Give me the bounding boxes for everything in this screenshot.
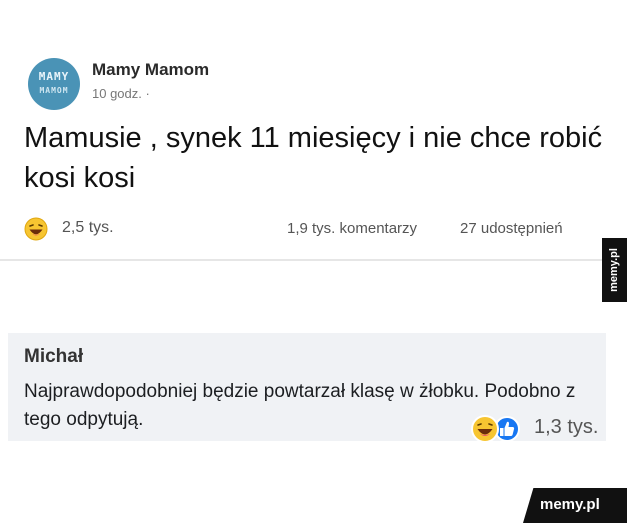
comment-reaction-count[interactable]: 1,3 tys. [534, 416, 598, 439]
post-shares-count[interactable]: 27 udostępnień [460, 220, 563, 237]
comment-reactions[interactable] [467, 414, 525, 444]
post-comments-count[interactable]: 1,9 tys. komentarzy [287, 220, 417, 237]
watermark-footer-text: memy.pl [540, 496, 600, 513]
page-name[interactable]: Mamy Mamom [92, 60, 209, 80]
comment-author[interactable]: Michał [24, 346, 83, 368]
post-divider [0, 259, 606, 261]
watermark-side-text: memy.pl [608, 248, 620, 292]
avatar-text-line2: MAMOM [39, 86, 69, 95]
laughing-emoji-icon [471, 415, 499, 443]
avatar-text-line1: MAMY [38, 70, 70, 83]
page-avatar[interactable]: MAMY MAMOM [28, 58, 80, 110]
post-reaction-count[interactable]: 2,5 tys. [62, 219, 114, 237]
post-text: Mamusie , synek 11 miesięcy i nie chce r… [24, 122, 603, 194]
post-timestamp[interactable]: 10 godz. · [92, 86, 150, 101]
laughing-emoji-icon[interactable] [24, 217, 48, 241]
